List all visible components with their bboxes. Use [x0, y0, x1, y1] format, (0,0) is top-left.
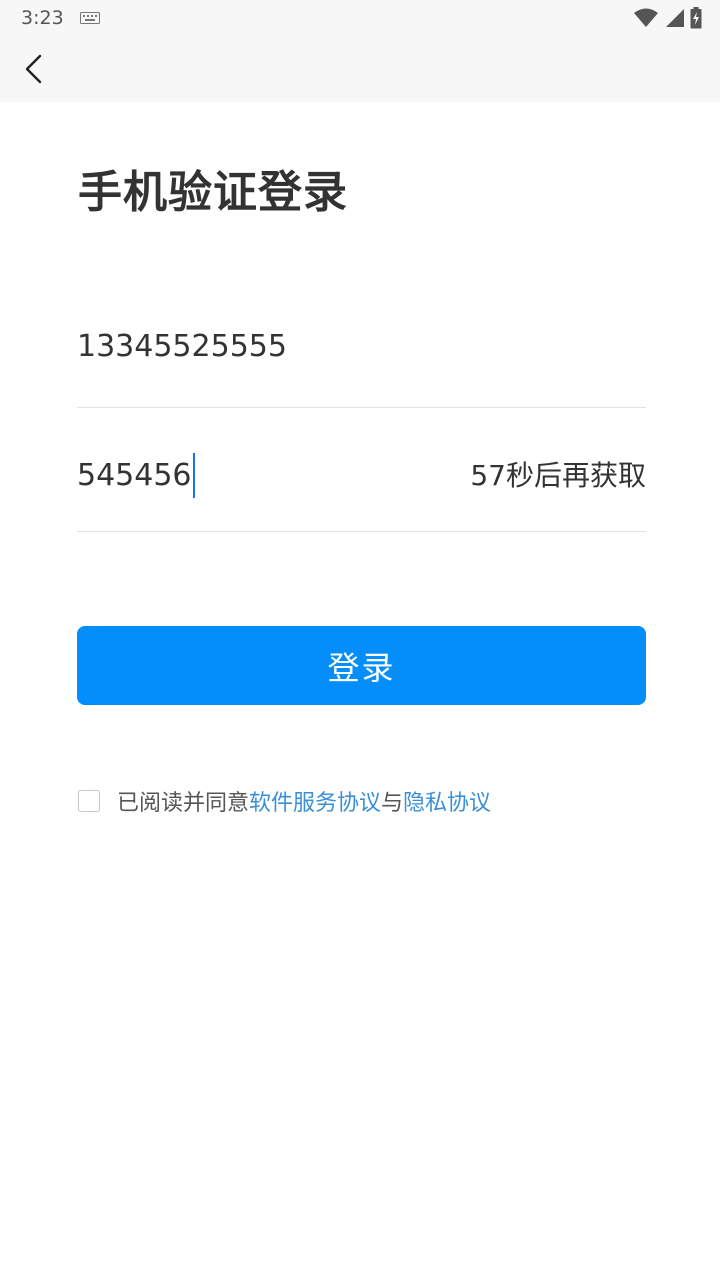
agreement-joiner: 与 [381, 791, 404, 816]
status-icons [634, 6, 702, 30]
signal-icon [666, 9, 684, 27]
service-agreement-link[interactable]: 软件服务协议 [249, 791, 381, 816]
battery-charging-icon [690, 7, 702, 29]
status-bar: 3:23 [0, 0, 720, 36]
phone-input-value: 13345525555 [77, 329, 287, 364]
back-button[interactable] [14, 46, 54, 92]
agreement-checkbox[interactable] [78, 790, 100, 812]
agreement-row: 已阅读并同意软件服务协议与隐私协议 [78, 786, 491, 816]
verification-code-input[interactable]: 545456 [77, 453, 195, 498]
status-time: 3:23 [21, 7, 64, 29]
resend-code-countdown: 57秒后再获取 [470, 459, 646, 492]
agreement-text: 已阅读并同意软件服务协议与隐私协议 [117, 785, 491, 817]
text-cursor [192, 453, 195, 498]
login-button[interactable]: 登录 [77, 626, 646, 705]
page-title: 手机验证登录 [78, 167, 348, 218]
verification-code-value: 545456 [77, 458, 192, 493]
phone-input[interactable]: 13345525555 [77, 329, 287, 364]
privacy-policy-link[interactable]: 隐私协议 [403, 791, 491, 816]
phone-field[interactable]: 13345525555 [77, 284, 646, 408]
wifi-icon [634, 8, 658, 27]
top-nav-bar [0, 36, 720, 102]
keyboard-icon [80, 12, 100, 24]
agreement-prefix: 已阅读并同意 [117, 791, 250, 816]
verification-code-field[interactable]: 545456 57秒后再获取 [77, 408, 646, 532]
chevron-left-icon [25, 54, 42, 84]
